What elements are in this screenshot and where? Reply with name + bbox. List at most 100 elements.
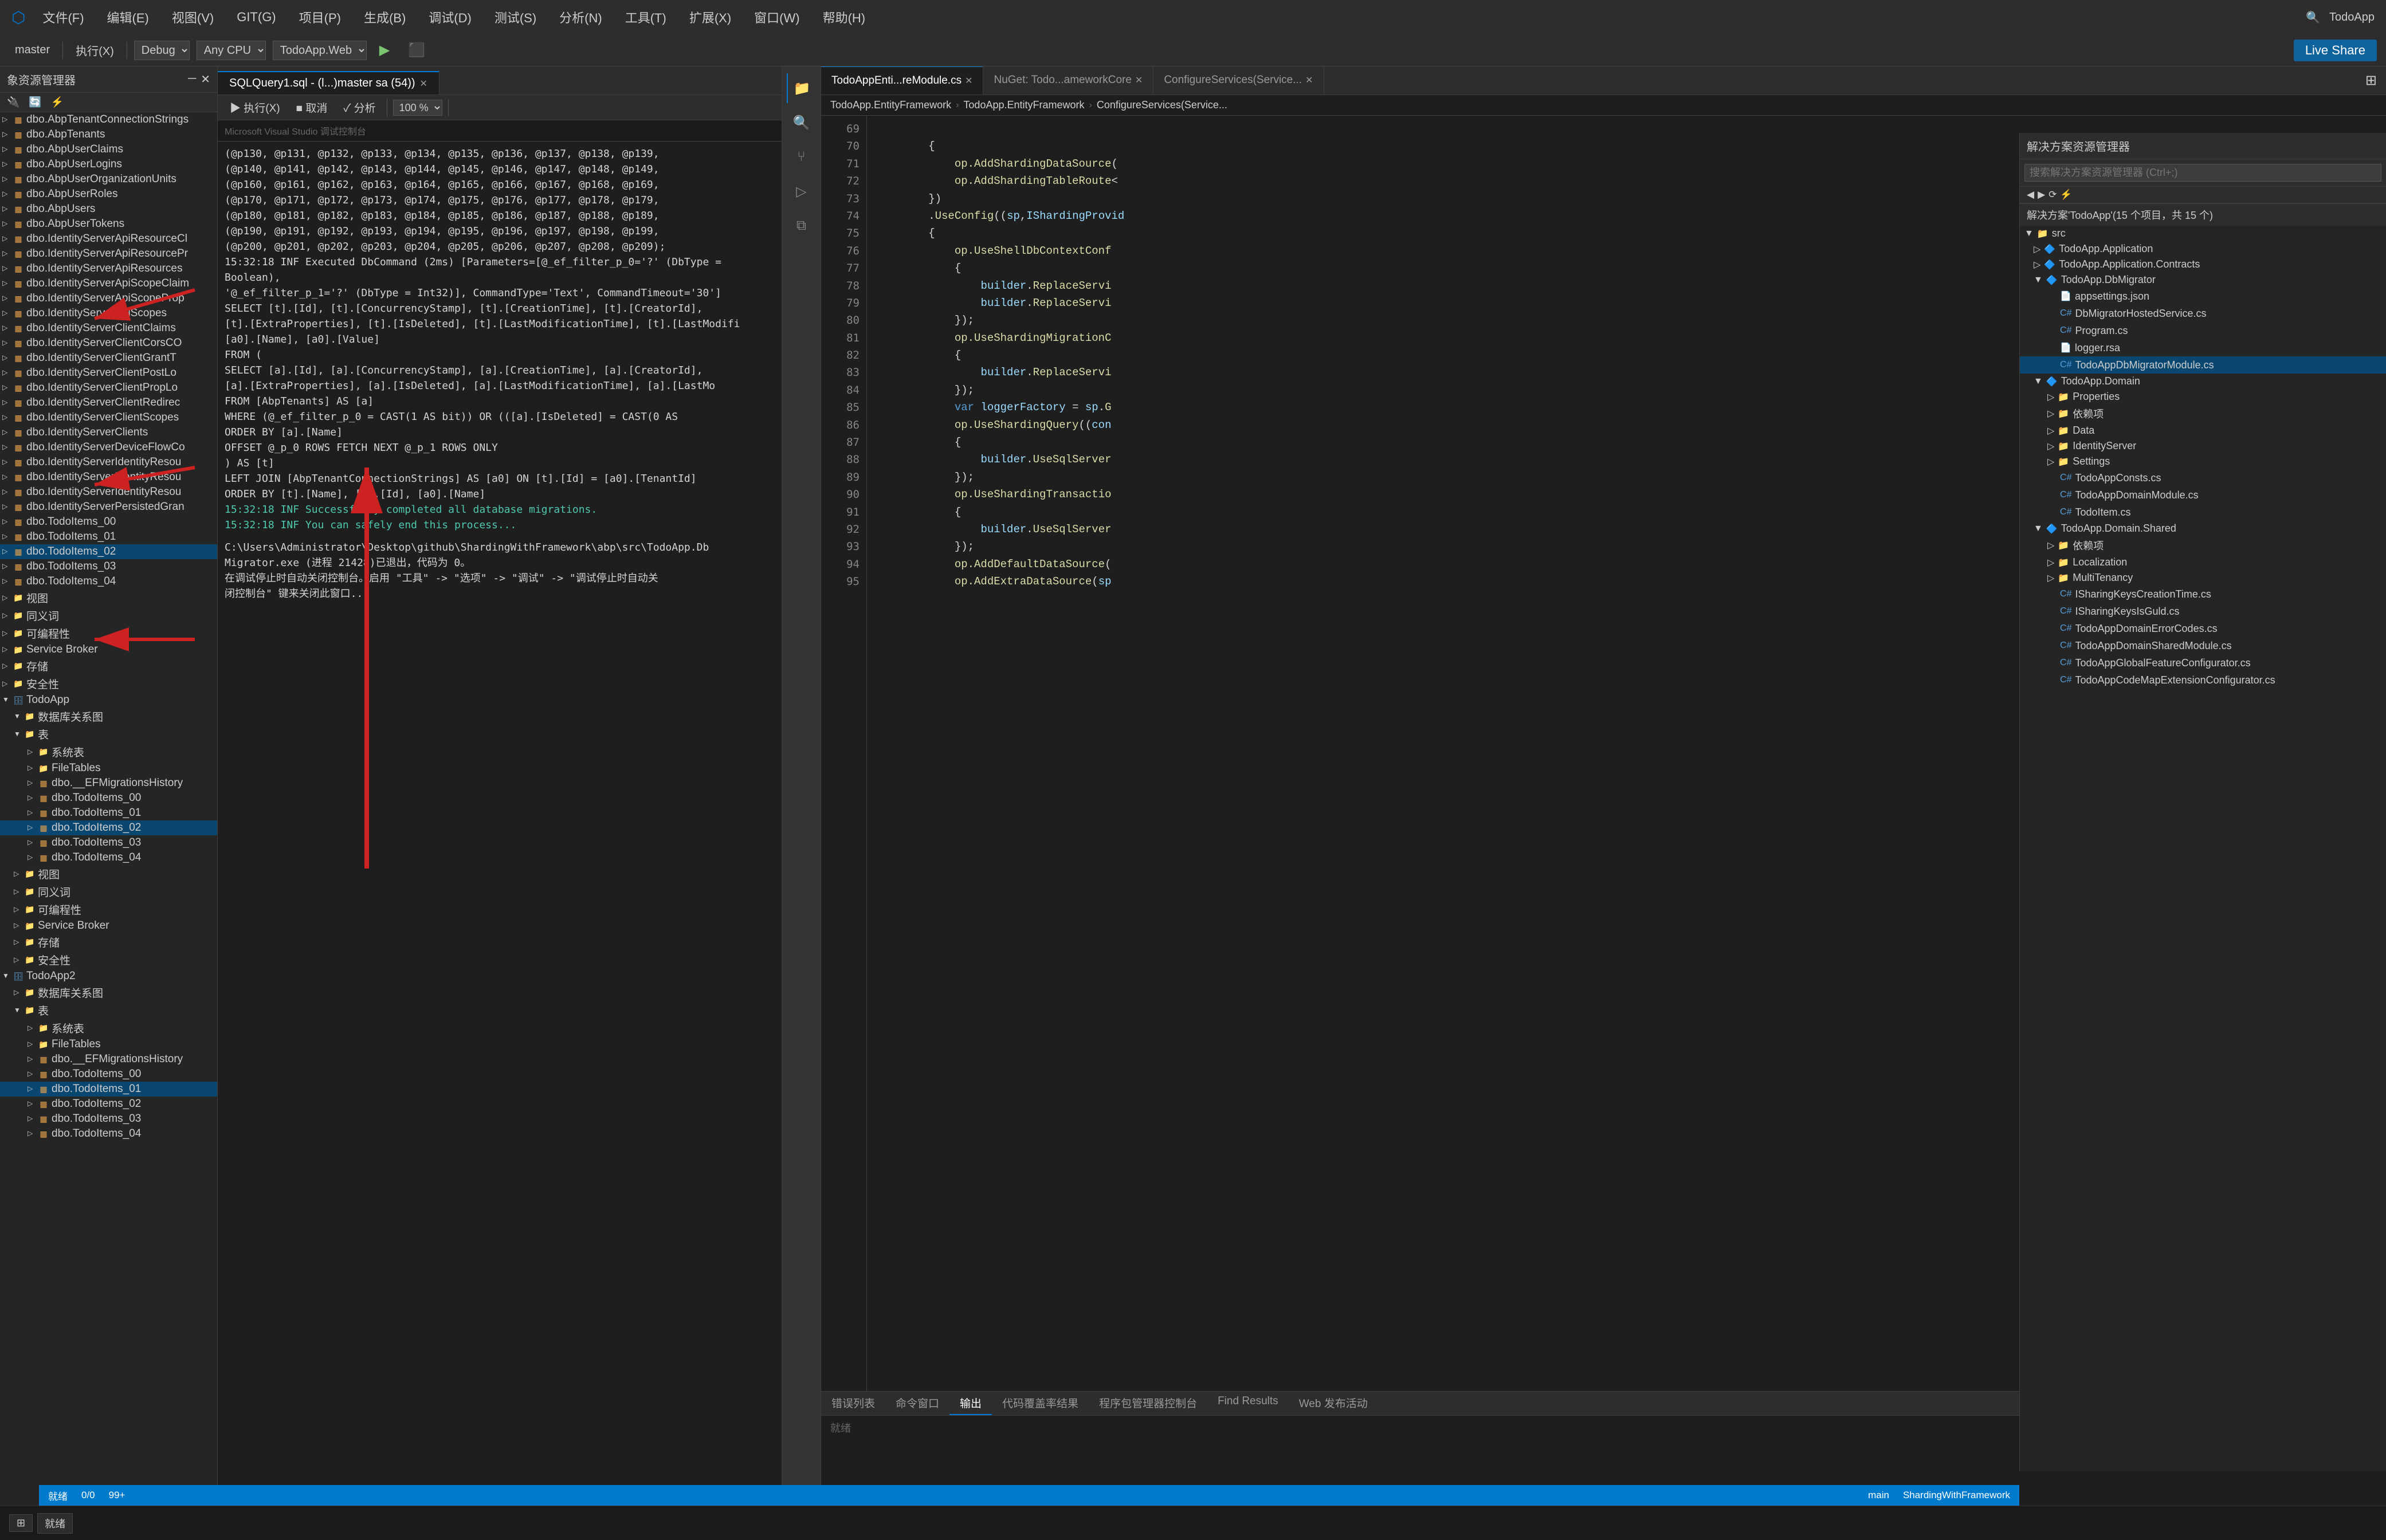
activity-debug[interactable]: ▷ bbox=[787, 176, 817, 206]
search-icon[interactable]: 🔍 bbox=[2306, 10, 2320, 25]
filter-btn[interactable]: ⚡ bbox=[49, 95, 66, 109]
tree-db-todoapp-ti01[interactable]: ▷ ▦ dbo.TodoItems_01 bbox=[0, 806, 217, 820]
sol-item-dbmigrator[interactable]: ▼ 🔷 TodoApp.DbMigrator bbox=[2020, 272, 2386, 288]
tree-db-todoapp-synonyms[interactable]: ▷ 📁 同义词 bbox=[0, 883, 217, 901]
bottom-tab-packagemgr[interactable]: 程序包管理器控制台 bbox=[1089, 1392, 1207, 1415]
sol-item-dbmigratorhosted[interactable]: C# DbMigratorHostedService.cs bbox=[2020, 305, 2386, 322]
breadcrumb-3[interactable]: ConfigureServices(Service... bbox=[1097, 99, 1227, 111]
editor-tab-module[interactable]: TodoAppEnti...reModule.cs ✕ bbox=[821, 66, 983, 95]
tree-item-todoitems00[interactable]: ▷ ▦ dbo.TodoItems_00 bbox=[0, 514, 217, 529]
tree-group-synonyms[interactable]: ▷ 📁 同义词 bbox=[0, 607, 217, 624]
sol-item-todoitem[interactable]: C# TodoItem.cs bbox=[2020, 504, 2386, 521]
tree-item-identity16[interactable]: ▷ ▦ dbo.IdentityServerIdentityResou bbox=[0, 455, 217, 470]
tree-db-todoapp-ti00[interactable]: ▷ ▦ dbo.TodoItems_00 bbox=[0, 791, 217, 806]
tree-item-identity1[interactable]: ▷ ▦ dbo.IdentityServerApiResourceCl bbox=[0, 231, 217, 246]
tree-db-todoapp-security[interactable]: ▷ 📁 安全性 bbox=[0, 951, 217, 969]
tree-item-identity14[interactable]: ▷ ▦ dbo.IdentityServerClients bbox=[0, 425, 217, 440]
tree-item-identity9[interactable]: ▷ ▦ dbo.IdentityServerClientGrantT bbox=[0, 351, 217, 366]
bottom-tab-errors[interactable]: 错误列表 bbox=[821, 1392, 885, 1415]
menu-git[interactable]: GIT(G) bbox=[231, 7, 281, 27]
breadcrumb-2[interactable]: TodoApp.EntityFramework bbox=[963, 99, 1084, 111]
menu-test[interactable]: 测试(S) bbox=[489, 6, 542, 29]
tree-db-todoapp2-ti02[interactable]: ▷ ▦ dbo.TodoItems_02 bbox=[0, 1097, 217, 1111]
sol-item-globalfeature[interactable]: C# TodoAppGlobalFeatureConfigurator.cs bbox=[2020, 654, 2386, 671]
tree-item-dbo-abptenants[interactable]: ▷ ▦ dbo.AbpTenants bbox=[0, 127, 217, 142]
tree-item-identity15[interactable]: ▷ ▦ dbo.IdentityServerDeviceFlowCo bbox=[0, 440, 217, 455]
run-btn[interactable]: ▶ bbox=[374, 40, 395, 61]
tree-item-identity11[interactable]: ▷ ▦ dbo.IdentityServerClientPropLo bbox=[0, 380, 217, 395]
tree-db-todoapp-sys[interactable]: ▷ 📁 系统表 bbox=[0, 743, 217, 761]
editor-tab-close-2[interactable]: ✕ bbox=[1135, 74, 1143, 86]
connect-btn[interactable]: 🔌 bbox=[5, 95, 22, 109]
parse-query-btn[interactable]: ✓ 分析 bbox=[338, 98, 380, 117]
tree-db-todoapp-filetables[interactable]: ▷ 📁 FileTables bbox=[0, 761, 217, 776]
tree-item-identity6[interactable]: ▷ ▦ dbo.IdentityServerApiScopes bbox=[0, 306, 217, 321]
sol-item-consts[interactable]: C# TodoAppConsts.cs bbox=[2020, 469, 2386, 486]
cpu-dropdown[interactable]: Any CPU bbox=[197, 41, 266, 60]
sol-item-domainsharedmodule[interactable]: C# TodoAppDomainSharedModule.cs bbox=[2020, 637, 2386, 654]
tree-db-todoapp[interactable]: ▼ 🗄 TodoApp bbox=[0, 693, 217, 708]
tree-db-todoapp2-dbt[interactable]: ▷ 📁 数据库关系图 bbox=[0, 984, 217, 1001]
vscode-status-errors[interactable]: 就绪 bbox=[48, 1488, 68, 1503]
tree-item-dbo-abpuserroles[interactable]: ▷ ▦ dbo.AbpUserRoles bbox=[0, 187, 217, 202]
branch-selector[interactable]: master bbox=[9, 41, 56, 59]
refresh-btn[interactable]: 🔄 bbox=[26, 95, 44, 109]
tree-group-storage[interactable]: ▷ 📁 存储 bbox=[0, 657, 217, 675]
activity-extensions[interactable]: ⧉ bbox=[787, 211, 817, 241]
menu-project[interactable]: 项目(P) bbox=[293, 6, 347, 29]
tree-item-identity4[interactable]: ▷ ▦ dbo.IdentityServerApiScopeClaim bbox=[0, 276, 217, 291]
vscode-status-warnings[interactable]: 99+ bbox=[109, 1490, 125, 1501]
tree-item-todoitems03[interactable]: ▷ ▦ dbo.TodoItems_03 bbox=[0, 559, 217, 574]
sol-item-contracts[interactable]: ▷ 🔷 TodoApp.Application.Contracts bbox=[2020, 257, 2386, 272]
sol-item-multitenancy[interactable]: ▷ 📁 MultiTenancy bbox=[2020, 570, 2386, 586]
tree-group-service-broker-1[interactable]: ▷ 📁 Service Broker bbox=[0, 642, 217, 657]
sol-item-logger[interactable]: 📄 logger.rsa bbox=[2020, 339, 2386, 356]
sol-item-isharing-creation[interactable]: C# ISharingKeysCreationTime.cs bbox=[2020, 586, 2386, 603]
tree-item-identity3[interactable]: ▷ ▦ dbo.IdentityServerApiResources bbox=[0, 261, 217, 276]
tree-db-todoapp2-tables[interactable]: ▼ 📁 表 bbox=[0, 1001, 217, 1019]
stop-btn[interactable]: ⬛ bbox=[402, 40, 431, 61]
menu-extensions[interactable]: 扩展(X) bbox=[684, 6, 737, 29]
tree-db-todoapp-efmig[interactable]: ▷ ▦ dbo.__EFMigrationsHistory bbox=[0, 776, 217, 791]
tree-item-identity12[interactable]: ▷ ▦ dbo.IdentityServerClientRedirec bbox=[0, 395, 217, 410]
tree-db-todoapp2-sys[interactable]: ▷ 📁 系统表 bbox=[0, 1019, 217, 1037]
tree-group-views[interactable]: ▷ 📁 视图 bbox=[0, 589, 217, 607]
tree-db-todoapp-svcbroker[interactable]: ▷ 📁 Service Broker bbox=[0, 918, 217, 933]
tree-db-todoapp-dbt[interactable]: ▼ 📁 数据库关系图 bbox=[0, 708, 217, 725]
editor-split-btn[interactable]: ⊞ bbox=[2356, 72, 2386, 89]
minimize-icon[interactable]: ─ bbox=[188, 72, 196, 87]
tree-item-identity8[interactable]: ▷ ▦ dbo.IdentityServerClientCorsCO bbox=[0, 336, 217, 351]
sol-tool-filter[interactable]: ⚡ bbox=[2060, 189, 2072, 201]
tree-item-identity2[interactable]: ▷ ▦ dbo.IdentityServerApiResourcePr bbox=[0, 246, 217, 261]
tree-item-dbo-abpuserlogins[interactable]: ▷ ▦ dbo.AbpUserLogins bbox=[0, 157, 217, 172]
bottom-tab-webpublish[interactable]: Web 发布活动 bbox=[1289, 1392, 1378, 1415]
editor-tab-close-1[interactable]: ✕ bbox=[965, 75, 972, 87]
menu-analyze[interactable]: 分析(N) bbox=[554, 6, 608, 29]
tree-item-identity17[interactable]: ▷ ▦ dbo.IdentityServerIdentityResou bbox=[0, 470, 217, 485]
menu-window[interactable]: 窗口(W) bbox=[748, 6, 805, 29]
tree-db-todoapp-tables[interactable]: ▼ 📁 表 bbox=[0, 725, 217, 743]
sol-item-data[interactable]: ▷ 📁 Data bbox=[2020, 423, 2386, 438]
sol-item-codeext[interactable]: C# TodoAppCodeMapExtensionConfigurator.c… bbox=[2020, 671, 2386, 689]
live-share-button[interactable]: Live Share bbox=[2294, 40, 2377, 61]
tree-group-security[interactable]: ▷ 📁 安全性 bbox=[0, 675, 217, 693]
execute-query-btn[interactable]: ▶ 执行(X) bbox=[225, 98, 285, 117]
tree-item-identity5[interactable]: ▷ ▦ dbo.IdentityServerApiScopeProp bbox=[0, 291, 217, 306]
tree-db-todoapp2-ti00[interactable]: ▷ ▦ dbo.TodoItems_00 bbox=[0, 1067, 217, 1082]
tree-db-todoapp-prog[interactable]: ▷ 📁 可编程性 bbox=[0, 901, 217, 918]
bottom-tab-cmdwindow[interactable]: 命令窗口 bbox=[885, 1392, 949, 1415]
menu-file[interactable]: 文件(F) bbox=[37, 6, 89, 29]
sol-item-domainmodule[interactable]: C# TodoAppDomainModule.cs bbox=[2020, 486, 2386, 504]
bottom-tab-coverage[interactable]: 代码覆盖率结果 bbox=[992, 1392, 1089, 1415]
tree-item-identity19[interactable]: ▷ ▦ dbo.IdentityServerPersistedGran bbox=[0, 500, 217, 514]
breadcrumb-1[interactable]: TodoApp.EntityFramework bbox=[830, 99, 951, 111]
tree-item-todoitems04[interactable]: ▷ ▦ dbo.TodoItems_04 bbox=[0, 574, 217, 589]
debug-console-output[interactable]: (@p130, @p131, @p132, @p133, @p134, @p13… bbox=[218, 142, 782, 1485]
editor-tab-nuget[interactable]: NuGet: Todo...ameworkCore ✕ bbox=[983, 66, 1153, 95]
tree-item-identity13[interactable]: ▷ ▦ dbo.IdentityServerClientScopes bbox=[0, 410, 217, 425]
tree-item-dbo-abptenantconnection[interactable]: ▷ ▦ dbo.AbpTenantConnectionStrings bbox=[0, 112, 217, 127]
sol-tool-fwd[interactable]: ▶ bbox=[2038, 189, 2045, 201]
tree-db-todoapp-views[interactable]: ▷ 📁 视图 bbox=[0, 865, 217, 883]
tree-db-todoapp2-ti03[interactable]: ▷ ▦ dbo.TodoItems_03 bbox=[0, 1111, 217, 1126]
activity-git[interactable]: ⑂ bbox=[787, 142, 817, 172]
